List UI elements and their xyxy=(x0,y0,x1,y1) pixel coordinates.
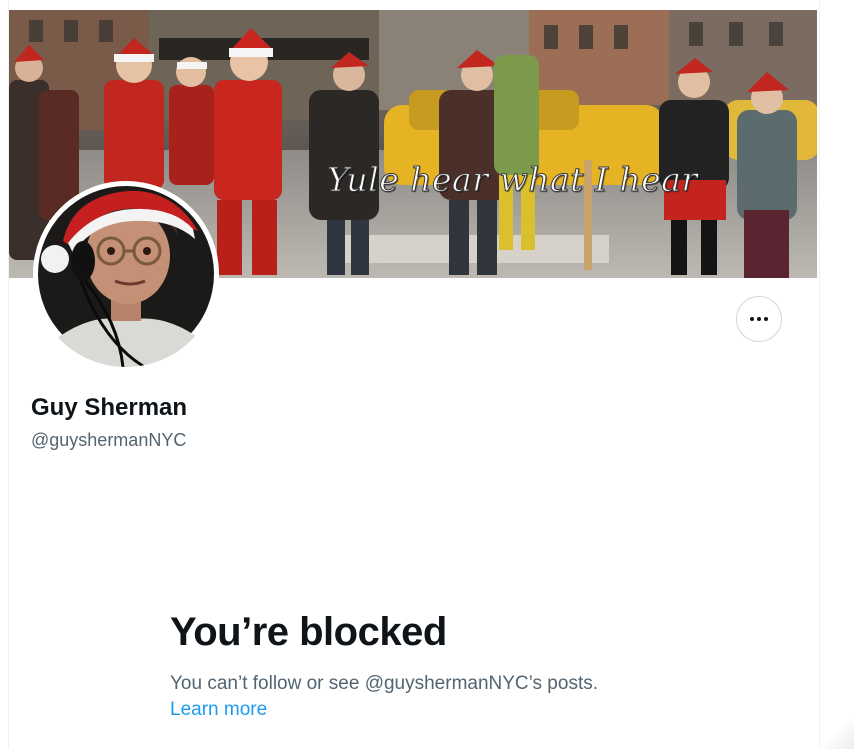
blocked-message: You can’t follow or see @guyshermanNYC’s… xyxy=(170,673,599,694)
profile-page: Yule hear what I hear Guy Sherman @guysh… xyxy=(0,0,854,749)
profile-avatar[interactable] xyxy=(33,181,219,367)
learn-more-link[interactable]: Learn more xyxy=(170,699,267,721)
avatar-photo xyxy=(33,181,219,367)
more-horizontal-icon xyxy=(737,297,781,341)
blocked-title: You’re blocked xyxy=(170,610,447,654)
more-options-button[interactable] xyxy=(736,296,782,342)
banner-caption: Yule hear what I hear xyxy=(327,160,698,200)
profile-handle: @guyshermanNYC xyxy=(31,430,187,450)
corner-fold xyxy=(814,709,854,749)
profile-display-name: Guy Sherman xyxy=(31,394,188,421)
